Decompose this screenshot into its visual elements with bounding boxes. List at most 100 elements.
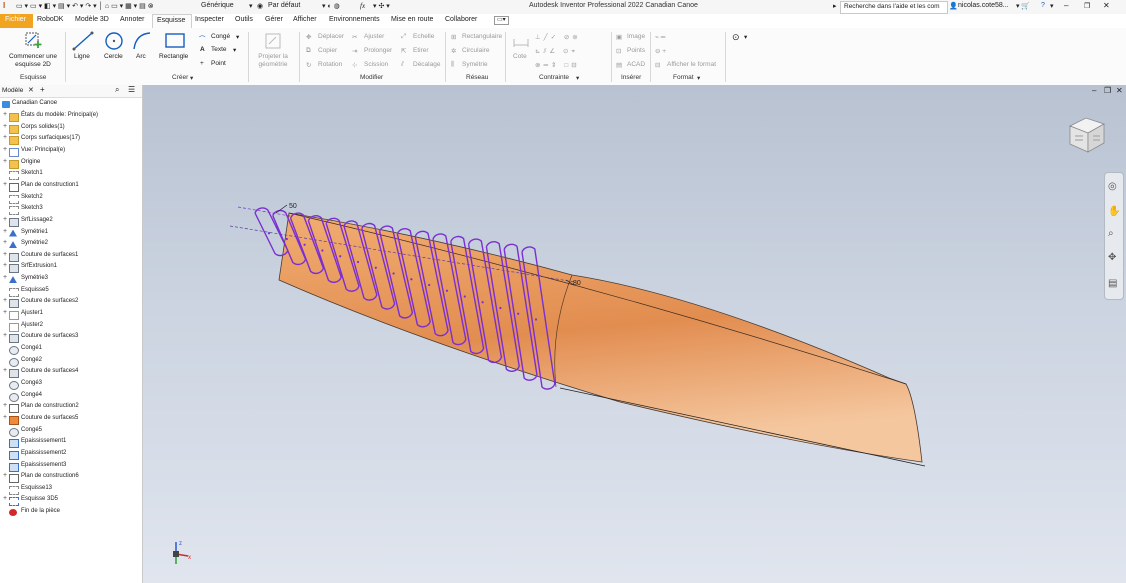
finish-sketch-dropdown-icon[interactable]: ▾	[744, 33, 747, 41]
tab-file[interactable]: Fichier	[0, 14, 33, 28]
circ-pattern-icon[interactable]: ✲	[451, 47, 456, 55]
point-label[interactable]: Point	[211, 60, 226, 67]
offset-label[interactable]: Décalage	[413, 61, 440, 68]
expand-icon[interactable]: +	[3, 123, 7, 130]
expand-icon[interactable]: +	[3, 146, 7, 153]
close-button[interactable]: ✕	[1103, 1, 1110, 10]
browser-item[interactable]: + Couture de surfaces5	[0, 414, 140, 425]
browser-item[interactable]: Sketch3	[0, 204, 140, 216]
canoe-hull[interactable]	[278, 212, 923, 463]
points-label[interactable]: Points	[627, 47, 645, 54]
browser-item[interactable]: + Esquisse 3D5	[0, 495, 140, 507]
browser-item[interactable]: Sketch2	[0, 193, 140, 204]
browser-item[interactable]: + Symétrie1	[0, 228, 140, 239]
maximize-button[interactable]: ❐	[1084, 2, 1090, 10]
browser-add-tab-icon[interactable]: +	[40, 85, 45, 94]
sketch-point[interactable]	[285, 237, 288, 241]
browser-item[interactable]: Congé1	[0, 344, 140, 355]
browser-search-icon[interactable]: ⌕	[115, 85, 119, 95]
search-dropdown-icon[interactable]: ▸	[833, 2, 837, 10]
tab-collaborer[interactable]: Collaborer	[445, 16, 477, 23]
browser-item[interactable]: + États du modèle: Principal(e)	[0, 111, 140, 122]
offset-icon[interactable]: ⫽	[401, 61, 404, 69]
browser-item[interactable]: + Couture de surfaces3	[0, 332, 140, 344]
sketch-point[interactable]	[445, 289, 449, 292]
browser-item[interactable]: + Plan de construction1	[0, 181, 140, 192]
browser-item[interactable]: + SrfExtrusion1	[0, 262, 140, 274]
expand-icon[interactable]: +	[3, 216, 7, 223]
expand-icon[interactable]: +	[3, 332, 7, 339]
viewport-restore-icon[interactable]: ❐	[1104, 86, 1111, 95]
dimension-label-80[interactable]: 80	[573, 280, 581, 287]
expand-icon[interactable]: +	[3, 134, 7, 141]
sketch-point[interactable]	[499, 306, 502, 310]
tab-robodk[interactable]: RoboDK	[37, 16, 63, 23]
scale-icon[interactable]: ⤢	[401, 33, 406, 41]
rectangle-icon[interactable]	[164, 31, 186, 51]
constraint-icons-row-1[interactable]: ⊥╱✓ ⊘⊚	[535, 33, 581, 41]
sketch-point[interactable]	[534, 318, 538, 321]
browser-item[interactable]: + Couture de surfaces1	[0, 251, 140, 262]
show-format-label[interactable]: Afficher le format	[667, 61, 716, 68]
circle-icon[interactable]	[104, 31, 124, 51]
steering-wheel-icon[interactable]: ◎	[1108, 181, 1117, 192]
help-icon[interactable]: ?	[1041, 2, 1045, 9]
dimension-label[interactable]: Cote	[513, 53, 527, 60]
browser-item[interactable]: Fin de la pièce	[0, 507, 140, 518]
cart-icon[interactable]: 🛒	[1021, 2, 1030, 10]
stretch-icon[interactable]: ⇱	[401, 47, 406, 55]
mirror-icon[interactable]: ⫼	[451, 61, 454, 69]
look-at-icon[interactable]: ▤	[1108, 278, 1117, 289]
browser-item[interactable]: Ajuster2	[0, 321, 140, 332]
expand-icon[interactable]: +	[3, 367, 7, 374]
group-contrainte-dropdown-icon[interactable]: ▾	[576, 74, 579, 82]
group-format-dropdown-icon[interactable]: ▾	[697, 74, 700, 82]
rect-pattern-label[interactable]: Rectangulaire	[462, 33, 502, 40]
browser-tab-modele[interactable]: Modèle	[2, 87, 23, 94]
expand-icon[interactable]: +	[3, 251, 7, 258]
browser-item[interactable]: + Plan de construction6	[0, 472, 140, 484]
sketch-point[interactable]	[339, 255, 342, 258]
browser-item[interactable]: + SrfLissage2	[0, 216, 140, 227]
line-icon[interactable]	[72, 31, 94, 51]
expand-icon[interactable]: +	[3, 111, 7, 118]
preset-dropdown-icon[interactable]: ▾	[249, 2, 253, 10]
zoom-icon[interactable]: ⌕	[1108, 228, 1114, 239]
points-icon[interactable]: ⊡	[616, 47, 621, 55]
expand-icon[interactable]: +	[3, 414, 7, 421]
arc-label[interactable]: Arc	[136, 53, 146, 60]
expand-icon[interactable]: +	[3, 297, 7, 304]
browser-item[interactable]: Esquisse13	[0, 484, 140, 495]
browser-item[interactable]: Congé3	[0, 379, 140, 390]
copy-label[interactable]: Copier	[318, 47, 337, 54]
text-dropdown-icon[interactable]: ▾	[233, 46, 236, 54]
tab-inspecter[interactable]: Inspecter	[195, 16, 224, 23]
sketch-point[interactable]	[517, 312, 520, 315]
arc-icon[interactable]	[132, 31, 152, 51]
orbit-icon[interactable]: ✥	[1108, 252, 1116, 263]
expand-icon[interactable]: +	[3, 472, 7, 479]
user-name[interactable]: nicolas.cote58...	[958, 2, 1009, 9]
project-geometry-icon[interactable]	[264, 32, 282, 50]
split-label[interactable]: Scission	[364, 61, 388, 68]
expand-icon[interactable]: +	[3, 495, 7, 502]
split-icon[interactable]: ⊹	[352, 61, 357, 69]
tab-modele-3d[interactable]: Modèle 3D	[75, 16, 109, 23]
trim-label[interactable]: Ajuster	[364, 33, 384, 40]
tab-afficher[interactable]: Afficher	[293, 16, 317, 23]
sketch-point[interactable]	[267, 232, 271, 235]
browser-item[interactable]: Epaississement3	[0, 461, 140, 472]
sketch-point[interactable]	[463, 295, 466, 298]
appearance-select[interactable]: Par défaut	[268, 2, 300, 9]
pan-icon[interactable]: ✋	[1108, 206, 1120, 217]
browser-item[interactable]: + Symétrie2	[0, 239, 140, 250]
circle-label[interactable]: Cercle	[104, 53, 123, 60]
browser-item[interactable]: + Symétrie3	[0, 274, 140, 285]
browser-item[interactable]: Congé2	[0, 356, 140, 367]
dimension-icon[interactable]	[512, 33, 530, 49]
constraint-icons-row-2[interactable]: ⊾⫽∠ ⊙⌖	[535, 47, 578, 56]
appearance-dropdown-icon[interactable]: ▾ ◐ ◍	[322, 2, 340, 10]
sketch-point[interactable]	[356, 260, 360, 264]
expand-icon[interactable]: +	[3, 309, 7, 316]
expand-icon[interactable]: +	[3, 181, 7, 188]
